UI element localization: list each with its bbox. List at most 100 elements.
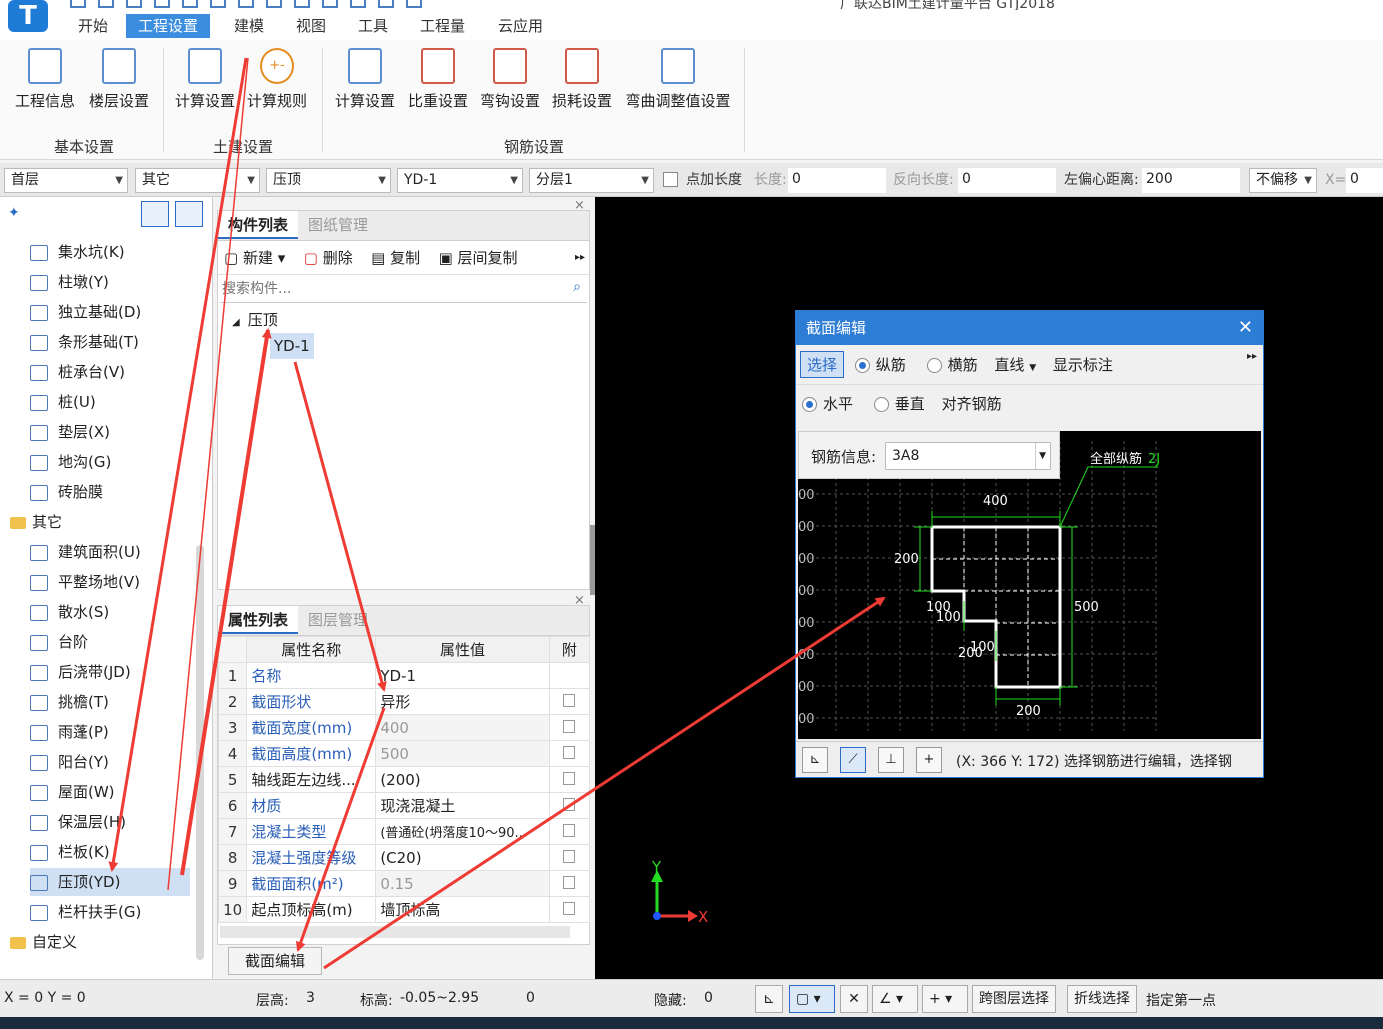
new-component-button[interactable]: ▢ 新建 ▾	[224, 241, 285, 274]
diagonal-icon[interactable]: ⟋	[840, 747, 866, 773]
print-icon[interactable]	[210, 0, 226, 8]
table-row[interactable]: 8 混凝土强度等级 (C20)	[217, 844, 591, 871]
tab-view[interactable]: 视图	[284, 14, 338, 38]
bend-adjust-button[interactable]: 弯曲调整值设置	[620, 46, 736, 116]
select-button[interactable]: 选择	[800, 351, 845, 378]
polyline-select-button[interactable]: 折线选择	[1067, 985, 1137, 1013]
calc-rules-button[interactable]: +- 计算规则	[242, 46, 312, 116]
card-view-icon[interactable]	[175, 201, 203, 227]
table-row[interactable]: 9 截面面积(m²) 0.15	[217, 870, 591, 897]
prop-value[interactable]: (普通砼(坍落度10～90...	[375, 818, 550, 845]
nav-item-sump[interactable]: 集水坑(K)	[30, 238, 190, 266]
nav-item-pile-cap[interactable]: 桩承台(V)	[30, 358, 190, 386]
area-icon[interactable]	[294, 0, 310, 8]
list-view-icon[interactable]	[141, 201, 169, 227]
line-mode-dropdown[interactable]: 直线 ▼	[994, 356, 1036, 374]
attach-checkbox[interactable]	[563, 771, 576, 785]
delete-component-button[interactable]: ▢ 删除	[304, 241, 353, 274]
attach-checkbox[interactable]	[563, 719, 576, 733]
align-rebar-button[interactable]: 对齐钢筋	[942, 395, 1002, 413]
nav-item-insulation[interactable]: 保温层(H)	[30, 808, 190, 836]
show-dims-button[interactable]: 显示标注	[1053, 356, 1113, 374]
attach-checkbox[interactable]	[563, 693, 576, 707]
copy-component-button[interactable]: ▤ 复制	[371, 241, 420, 274]
horizontal-radio[interactable]: 水平	[802, 395, 853, 413]
grid-icon[interactable]	[378, 0, 394, 8]
loss-settings-button[interactable]: 损耗设置	[548, 46, 616, 116]
floor-copy-button[interactable]: ▣ 层间复制	[439, 241, 518, 274]
transverse-radio[interactable]: 横筋	[926, 356, 978, 374]
nav-item-trench[interactable]: 地沟(G)	[30, 448, 190, 476]
rebar-calc-settings-button[interactable]: 计算设置	[330, 46, 400, 116]
attach-checkbox[interactable]	[563, 745, 576, 759]
attach-checkbox[interactable]	[563, 875, 576, 889]
folder-other[interactable]: 其它	[10, 508, 62, 536]
tab-tools[interactable]: 工具	[346, 14, 400, 38]
section-edit-button[interactable]: 截面编辑	[228, 947, 322, 975]
floor-select[interactable]: 首层 ▼	[4, 168, 128, 193]
section-canvas[interactable]: 00 00 00 00 00 00 00 00 400 200 500 100 …	[798, 431, 1261, 739]
nav-item-eave[interactable]: 挑檐(T)	[30, 688, 190, 716]
prop-value[interactable]: (200)	[375, 766, 550, 793]
nav-item-cushion[interactable]: 垫层(X)	[30, 418, 190, 446]
collapse-icon[interactable]: ◢	[232, 317, 240, 328]
hook-settings-button[interactable]: 弯钩设置	[476, 46, 544, 116]
attach-checkbox[interactable]	[563, 823, 576, 837]
table-row[interactable]: 3 截面宽度(mm) 400	[217, 714, 591, 741]
vertical-radio[interactable]: 垂直	[873, 395, 925, 413]
reverse-length-input[interactable]: 0	[958, 168, 1056, 193]
cross-icon[interactable]: ✕	[840, 985, 868, 1013]
nav-item-balcony[interactable]: 阳台(Y)	[30, 748, 190, 776]
nav-item-building-area[interactable]: 建筑面积(U)	[30, 538, 190, 566]
snap-mode-icon[interactable]: ▢ ▾	[789, 985, 835, 1013]
save-icon[interactable]	[70, 0, 86, 8]
prop-value[interactable]: YD-1	[375, 662, 550, 689]
more-icon[interactable]: ▸▸	[575, 241, 585, 275]
redo-icon[interactable]	[126, 0, 142, 8]
prop-value[interactable]: 异形	[375, 688, 550, 715]
tab-component-list[interactable]: 构件列表	[218, 211, 299, 239]
nav-item-steps[interactable]: 台阶	[30, 628, 190, 656]
weight-settings-button[interactable]: 比重设置	[404, 46, 472, 116]
nav-item-parapet[interactable]: 栏板(K)	[30, 838, 190, 866]
export-icon[interactable]	[406, 0, 422, 8]
horizontal-scrollbar[interactable]	[220, 926, 570, 938]
pin-icon[interactable]: ✦	[8, 205, 20, 221]
cross-layer-select-button[interactable]: 跨图层选择	[972, 985, 1056, 1013]
tab-quantities[interactable]: 工程量	[408, 14, 477, 38]
close-icon[interactable]: ✕	[1238, 311, 1253, 345]
more-icon[interactable]: ▸▸	[1247, 351, 1257, 362]
snap-icon[interactable]: +	[916, 747, 942, 773]
nav-item-canopy[interactable]: 雨蓬(P)	[30, 718, 190, 746]
component-select[interactable]: YD-1 ▼	[397, 168, 523, 193]
tab-cloud[interactable]: 云应用	[486, 14, 555, 38]
nav-item-brick-mold[interactable]: 砖胎膜	[30, 478, 190, 506]
tab-modeling[interactable]: 建模	[222, 14, 276, 38]
tab-start[interactable]: 开始	[66, 14, 120, 38]
link-icon[interactable]	[322, 0, 338, 8]
dynamic-input-icon[interactable]: + ▾	[922, 985, 968, 1013]
floor-settings-button[interactable]: 楼层设置	[84, 46, 154, 116]
category-select[interactable]: 其它 ▼	[135, 168, 260, 193]
nav-item-column-pier[interactable]: 柱墩(Y)	[30, 268, 190, 296]
left-scrollbar[interactable]	[196, 545, 204, 960]
undo-icon[interactable]	[98, 0, 114, 8]
tab-project-settings[interactable]: 工程设置	[126, 14, 211, 38]
tree-item-yd1[interactable]: YD-1	[270, 333, 314, 359]
ortho-mode-icon[interactable]: ⊾	[755, 985, 783, 1013]
ortho-icon[interactable]: ⊾	[802, 747, 828, 773]
search-input[interactable]	[220, 277, 550, 301]
tree-root[interactable]: ◢ 压顶	[218, 305, 589, 331]
project-info-button[interactable]: 工程信息	[10, 46, 80, 116]
table-row[interactable]: 7 混凝土类型 (普通砼(坍落度10～90...	[217, 818, 591, 845]
table-row[interactable]: 5 轴线距左边线... (200)	[217, 766, 591, 793]
nav-item-strip-footing[interactable]: 条形基础(T)	[30, 328, 190, 356]
attach-checkbox[interactable]	[563, 797, 576, 811]
nav-item-post-pour-strip[interactable]: 后浇带(JD)	[30, 658, 190, 686]
table-row[interactable]: 2 截面形状 异形	[217, 688, 591, 715]
table-row[interactable]: 4 截面高度(mm) 500	[217, 740, 591, 767]
nav-item-site-leveling[interactable]: 平整场地(V)	[30, 568, 190, 596]
angle-icon[interactable]: ∠ ▾	[872, 985, 918, 1013]
layer-icon[interactable]	[182, 0, 198, 8]
nav-item-pile[interactable]: 桩(U)	[30, 388, 190, 416]
